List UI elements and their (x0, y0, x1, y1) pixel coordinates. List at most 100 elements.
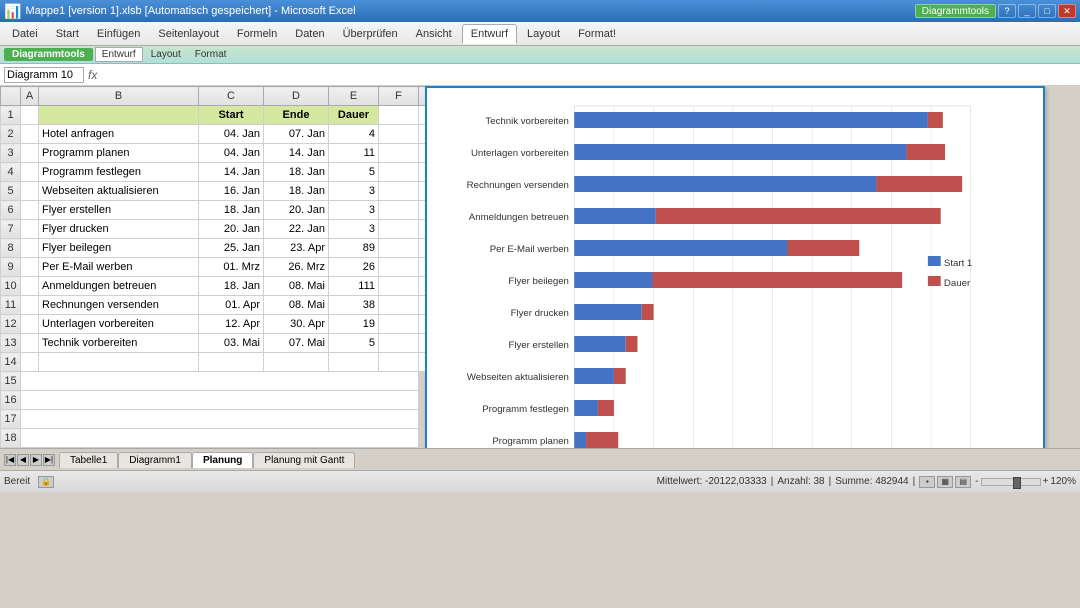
tab-format[interactable]: Format! (570, 25, 624, 43)
cell-a4[interactable] (21, 163, 39, 182)
cell-b2[interactable]: Hotel anfragen (39, 125, 199, 144)
cell-a13[interactable] (21, 334, 39, 353)
cell-f9[interactable] (379, 258, 419, 277)
cell-b5[interactable]: Webseiten aktualisieren (39, 182, 199, 201)
tab-entwurf[interactable]: Entwurf (462, 24, 517, 44)
cell-c6[interactable]: 18. Jan (199, 201, 264, 220)
cell-e6[interactable]: 3 (329, 201, 379, 220)
cell-c2[interactable]: 04. Jan (199, 125, 264, 144)
cell-d6[interactable]: 20. Jan (264, 201, 329, 220)
cell-f2[interactable] (379, 125, 419, 144)
help-button[interactable]: ? (998, 4, 1016, 18)
cell-f10[interactable] (379, 277, 419, 296)
cell-17[interactable] (21, 410, 419, 429)
minimize-button[interactable]: _ (1018, 4, 1036, 18)
tab-layout[interactable]: Layout (519, 25, 568, 43)
cell-b13[interactable]: Technik vorbereiten (39, 334, 199, 353)
cell-c9[interactable]: 01. Mrz (199, 258, 264, 277)
cell-a1[interactable] (21, 106, 39, 125)
cell-b7[interactable]: Flyer drucken (39, 220, 199, 239)
cell-c3[interactable]: 04. Jan (199, 144, 264, 163)
cell-f7[interactable] (379, 220, 419, 239)
maximize-button[interactable]: □ (1038, 4, 1056, 18)
cell-c1[interactable]: Start (199, 106, 264, 125)
cell-a5[interactable] (21, 182, 39, 201)
cell-e13[interactable]: 5 (329, 334, 379, 353)
cell-b3[interactable]: Programm planen (39, 144, 199, 163)
cell-e8[interactable]: 89 (329, 239, 379, 258)
cell-15[interactable] (21, 372, 419, 391)
tab-start[interactable]: Start (48, 25, 87, 43)
tab-nav-next[interactable]: ▶ (30, 454, 42, 466)
close-button[interactable]: ✕ (1058, 4, 1076, 18)
cell-a2[interactable] (21, 125, 39, 144)
cell-c10[interactable]: 18. Jan (199, 277, 264, 296)
view-normal-button[interactable]: ▪ (919, 476, 935, 488)
cell-e12[interactable]: 19 (329, 315, 379, 334)
cell-e4[interactable]: 5 (329, 163, 379, 182)
cell-b4[interactable]: Programm festlegen (39, 163, 199, 182)
cell-c7[interactable]: 20. Jan (199, 220, 264, 239)
cell-d2[interactable]: 07. Jan (264, 125, 329, 144)
cell-d4[interactable]: 18. Jan (264, 163, 329, 182)
cell-a6[interactable] (21, 201, 39, 220)
chart-container[interactable]: Technik vorbereiten Unterlagen vorbereit… (425, 86, 1045, 448)
cell-c5[interactable]: 16. Jan (199, 182, 264, 201)
cell-f14[interactable] (379, 353, 419, 372)
view-layout-button[interactable]: ▦ (937, 476, 953, 488)
cell-b11[interactable]: Rechnungen versenden (39, 296, 199, 315)
cell-d5[interactable]: 18. Jan (264, 182, 329, 201)
sheet-tab-tabelle1[interactable]: Tabelle1 (59, 452, 118, 468)
cell-d1[interactable]: Ende (264, 106, 329, 125)
cell-b1[interactable] (39, 106, 199, 125)
view-pagebreak-button[interactable]: ▤ (955, 476, 971, 488)
cell-18[interactable] (21, 429, 419, 448)
zoom-out-button[interactable]: - (975, 476, 978, 487)
cell-f3[interactable] (379, 144, 419, 163)
tab-nav-first[interactable]: |◀ (4, 454, 16, 466)
cell-b9[interactable]: Per E-Mail werben (39, 258, 199, 277)
cell-a12[interactable] (21, 315, 39, 334)
cell-a9[interactable] (21, 258, 39, 277)
tab-ueberprufen[interactable]: Überprüfen (335, 25, 406, 43)
cell-b8[interactable]: Flyer beilegen (39, 239, 199, 258)
cell-e11[interactable]: 38 (329, 296, 379, 315)
tab-formeln[interactable]: Formeln (229, 25, 285, 43)
cell-f13[interactable] (379, 334, 419, 353)
cell-d7[interactable]: 22. Jan (264, 220, 329, 239)
cell-b14[interactable] (39, 353, 199, 372)
cell-a3[interactable] (21, 144, 39, 163)
cell-c13[interactable]: 03. Mai (199, 334, 264, 353)
cell-c4[interactable]: 14. Jan (199, 163, 264, 182)
cell-f5[interactable] (379, 182, 419, 201)
tab-seitenlayout[interactable]: Seitenlayout (150, 25, 227, 43)
cell-a7[interactable] (21, 220, 39, 239)
cell-b12[interactable]: Unterlagen vorbereiten (39, 315, 199, 334)
tab-nav-prev[interactable]: ◀ (17, 454, 29, 466)
cell-d11[interactable]: 08. Mai (264, 296, 329, 315)
cell-e14[interactable] (329, 353, 379, 372)
cell-e7[interactable]: 3 (329, 220, 379, 239)
cell-b10[interactable]: Anmeldungen betreuen (39, 277, 199, 296)
cell-f6[interactable] (379, 201, 419, 220)
tab-daten[interactable]: Daten (287, 25, 332, 43)
diagramm-subtab-entwurf[interactable]: Entwurf (95, 47, 143, 62)
zoom-slider-thumb[interactable] (1013, 477, 1021, 489)
cell-c11[interactable]: 01. Apr (199, 296, 264, 315)
name-box[interactable]: Diagramm 10 (4, 67, 84, 83)
cell-a14[interactable] (21, 353, 39, 372)
cell-b6[interactable]: Flyer erstellen (39, 201, 199, 220)
tab-nav-last[interactable]: ▶| (43, 454, 55, 466)
cell-d12[interactable]: 30. Apr (264, 315, 329, 334)
tab-ansicht[interactable]: Ansicht (408, 25, 460, 43)
cell-d14[interactable] (264, 353, 329, 372)
cell-f8[interactable] (379, 239, 419, 258)
cell-c14[interactable] (199, 353, 264, 372)
cell-e3[interactable]: 11 (329, 144, 379, 163)
zoom-in-button[interactable]: + (1043, 476, 1049, 487)
zoom-slider[interactable] (981, 478, 1041, 486)
cell-c8[interactable]: 25. Jan (199, 239, 264, 258)
cell-d3[interactable]: 14. Jan (264, 144, 329, 163)
cell-e10[interactable]: 111 (329, 277, 379, 296)
diagramm-subtab-layout[interactable]: Layout (145, 48, 187, 61)
